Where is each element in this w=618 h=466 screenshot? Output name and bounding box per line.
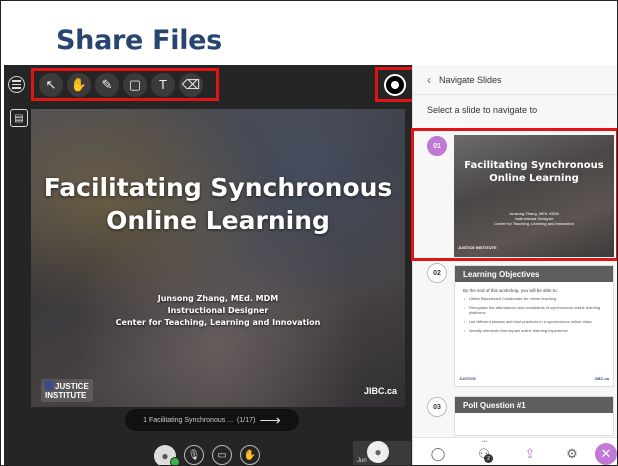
participant-name: Jun [357, 458, 367, 464]
slide-title: Facilitating Synchronous Online Learning [43, 173, 393, 235]
record-icon[interactable] [384, 73, 406, 96]
raise-hand-icon[interactable]: ✋ [240, 445, 260, 465]
main-slide: Facilitating Synchronous Online Learning… [31, 109, 405, 407]
slide-credits: Junsong Zhang, MEd. MDM Instructional De… [115, 294, 321, 327]
thumb-logo: JUSTICE [459, 376, 476, 381]
thumb-title: Poll Question #1 [455, 397, 613, 413]
thumb-title: Learning Objectives [455, 266, 613, 282]
camera-off-icon[interactable]: ▭ [212, 445, 232, 465]
panel-tabbar: ◯ ••• ⚇ 2 ⇪ ⚙ ✕ [413, 437, 617, 465]
list-item: Identify elements that impact online lea… [464, 328, 605, 333]
eraser-icon[interactable]: ⌫ [179, 72, 203, 97]
participant-avatar: ● [367, 441, 389, 463]
slide-number-02[interactable]: 02 [427, 263, 447, 283]
text-icon[interactable]: T [151, 72, 175, 97]
navigate-slides-panel: ‹ Navigate Slides Select a slide to navi… [412, 65, 617, 465]
pen-icon[interactable]: ✎ [95, 72, 119, 97]
slide-site-label: JIBC.ca [363, 386, 397, 396]
chat-icon[interactable]: ◯ [429, 445, 447, 463]
panel-title: Navigate Slides [439, 74, 502, 85]
justice-institute-logo: JUSTICE INSTITUTE [41, 379, 93, 402]
slide-number-03[interactable]: 03 [427, 397, 447, 417]
record-button-highlight [375, 67, 415, 102]
slide-thumbnail-02[interactable]: Learning Objectives By the end of this w… [454, 265, 614, 387]
back-chevron-icon[interactable]: ‹ [427, 73, 431, 87]
select-pointer-icon[interactable]: ↖ [39, 72, 63, 97]
pager-count: (1/17) [237, 416, 256, 424]
slide-thumbnail-03[interactable]: Poll Question #1 [454, 396, 614, 436]
page-title: Share Files [56, 25, 222, 56]
slide-list-icon[interactable]: ▤ [10, 109, 28, 127]
list-item: List different phases and best practices… [464, 319, 605, 324]
attendees-count-badge: 2 [484, 454, 493, 463]
panel-header: ‹ Navigate Slides [413, 65, 617, 95]
app-frame: Share Files ↖ ✋ ✎ ▢ T ⌫ ▤ Facilitating S… [0, 0, 618, 466]
next-slide-icon[interactable]: ⟶ [259, 411, 281, 429]
share-content-icon[interactable]: ⇪ [521, 445, 539, 463]
selected-slide-highlight [411, 128, 617, 261]
status-check-icon [170, 457, 180, 465]
list-item: Utilize Blackboard Collaborate for onlin… [464, 296, 605, 301]
thumb-site: JIBC.ca [594, 376, 609, 381]
slide-pager[interactable]: 1 Facilitating Synchronous ... (1/17) ⟶ [125, 409, 299, 431]
close-panel-icon[interactable]: ✕ [595, 443, 617, 465]
pager-label: 1 Facilitating Synchronous ... [143, 416, 234, 424]
session-controls: ● 🎙 ▭ ✋ [4, 435, 412, 465]
pan-hand-icon[interactable]: ✋ [67, 72, 91, 97]
annotation-toolbar: ↖ ✋ ✎ ▢ T ⌫ [31, 68, 219, 101]
settings-icon[interactable]: ⚙ [563, 445, 581, 463]
panel-subtitle: Select a slide to navigate to [427, 105, 538, 115]
list-item: Recognize the affordances and constraint… [464, 305, 605, 315]
rectangle-icon[interactable]: ▢ [123, 72, 147, 97]
menu-icon[interactable] [8, 76, 25, 93]
microphone-off-icon[interactable]: 🎙 [184, 445, 204, 465]
